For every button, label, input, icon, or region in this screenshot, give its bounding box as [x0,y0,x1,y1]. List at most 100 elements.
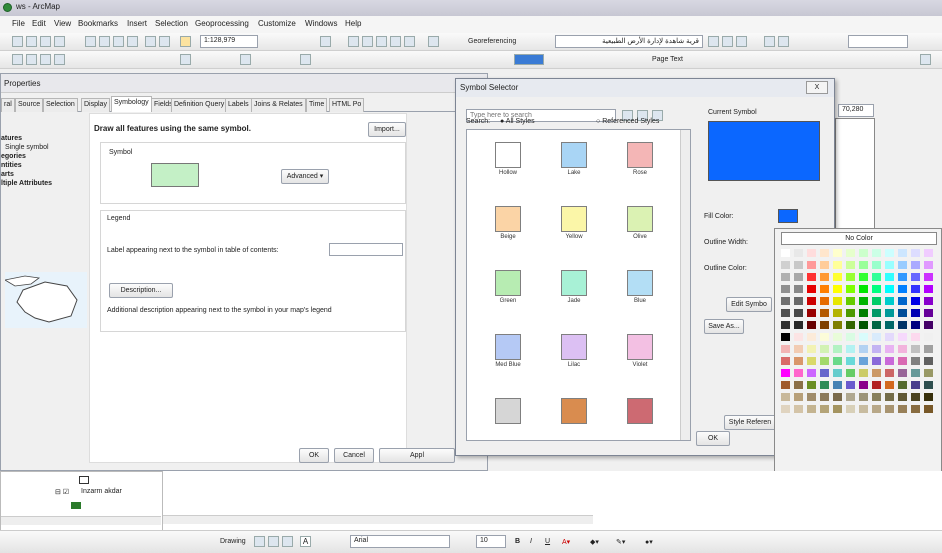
palette-color-swatch[interactable] [781,285,790,293]
palette-color-swatch[interactable] [898,357,907,365]
tab-joins-relates[interactable]: Joins & Relates [251,98,306,112]
python-icon[interactable] [404,36,415,47]
line-color-icon[interactable]: ✎▾ [616,538,625,546]
palette-color-swatch[interactable] [807,333,816,341]
map-scale-combo[interactable]: 1:128,979 [200,35,258,48]
palette-color-swatch[interactable] [794,393,803,401]
palette-color-swatch[interactable] [924,321,933,329]
palette-color-swatch[interactable] [911,285,920,293]
palette-color-swatch[interactable] [924,381,933,389]
palette-color-swatch[interactable] [924,273,933,281]
palette-color-swatch[interactable] [924,309,933,317]
palette-color-swatch[interactable] [859,345,868,353]
palette-color-swatch[interactable] [807,381,816,389]
symbol-swatch[interactable]: Med Blue [475,324,541,386]
palette-color-swatch[interactable] [898,393,907,401]
palette-color-swatch[interactable] [781,261,790,269]
map-horizontal-scrollbar[interactable] [163,515,593,524]
palette-color-swatch[interactable] [820,369,829,377]
palette-color-swatch[interactable] [820,333,829,341]
show-single-symbol[interactable]: Single symbol [1,143,89,152]
tab-display[interactable]: Display [81,98,110,112]
palette-color-swatch[interactable] [794,249,803,257]
palette-color-swatch[interactable] [781,321,790,329]
gallery-scrollbar[interactable] [680,130,690,440]
select-elements-icon[interactable] [254,536,265,547]
add-control-points-icon[interactable] [736,36,747,47]
palette-color-swatch[interactable] [872,369,881,377]
palette-color-swatch[interactable] [924,369,933,377]
show-quantities[interactable]: ntities [1,161,89,170]
palette-color-swatch[interactable] [846,333,855,341]
palette-color-swatch[interactable] [872,309,881,317]
palette-color-swatch[interactable] [898,381,907,389]
palette-color-swatch[interactable] [846,357,855,365]
palette-color-swatch[interactable] [846,285,855,293]
palette-color-swatch[interactable] [833,333,842,341]
symbol-swatch[interactable]: Violet [607,324,673,386]
palette-color-swatch[interactable] [833,321,842,329]
symbol-swatch[interactable]: Hollow [475,132,541,194]
drawing-menu[interactable]: Drawing [220,538,246,545]
view-link-table-icon[interactable] [764,36,775,47]
advanced-button[interactable]: Advanced ▾ [281,169,329,184]
palette-color-swatch[interactable] [924,405,933,413]
text-icon[interactable]: A [300,536,311,547]
palette-color-swatch[interactable] [885,357,894,365]
close-button[interactable]: X [806,81,828,94]
palette-color-swatch[interactable] [807,321,816,329]
palette-color-swatch[interactable] [911,309,920,317]
palette-color-swatch[interactable] [794,369,803,377]
palette-color-swatch[interactable] [885,273,894,281]
palette-color-swatch[interactable] [833,357,842,365]
save-as-button[interactable]: Save As... [704,319,744,334]
palette-color-swatch[interactable] [885,393,894,401]
palette-color-swatch[interactable] [794,297,803,305]
palette-color-swatch[interactable] [807,285,816,293]
paste-icon[interactable] [113,36,124,47]
palette-color-swatch[interactable] [872,381,881,389]
palette-color-swatch[interactable] [911,321,920,329]
page-text-label[interactable]: Page Text [652,56,683,63]
palette-color-swatch[interactable] [898,285,907,293]
toolbar-empty-combo[interactable] [848,35,908,48]
palette-color-swatch[interactable] [911,405,920,413]
font-color-icon[interactable]: A▾ [562,538,570,546]
palette-color-swatch[interactable] [859,249,868,257]
rectangle-icon[interactable] [282,536,293,547]
copy-icon[interactable] [99,36,110,47]
palette-color-swatch[interactable] [885,321,894,329]
add-data-icon[interactable] [180,36,191,47]
palette-color-swatch[interactable] [872,345,881,353]
menu-view[interactable]: View [54,19,71,28]
palette-color-swatch[interactable] [924,393,933,401]
palette-color-swatch[interactable] [807,297,816,305]
tab-source[interactable]: Source [15,98,44,112]
search-window-icon[interactable] [376,36,387,47]
referenced-styles-radio[interactable]: ○ Referenced Styles [596,118,659,125]
symbol-swatch[interactable]: Lake [541,132,607,194]
palette-color-swatch[interactable] [781,357,790,365]
palette-color-swatch[interactable] [924,357,933,365]
palette-color-swatch[interactable] [872,261,881,269]
palette-color-swatch[interactable] [872,321,881,329]
palette-color-swatch[interactable] [807,261,816,269]
palette-color-swatch[interactable] [898,261,907,269]
toc-horizontal-scrollbar[interactable] [1,516,161,525]
palette-color-swatch[interactable] [807,405,816,413]
symbol-swatch[interactable] [607,388,673,440]
palette-color-swatch[interactable] [794,285,803,293]
symbol-swatch[interactable]: Green [475,260,541,322]
palette-color-swatch[interactable] [833,285,842,293]
menu-geoprocessing[interactable]: Geoprocessing [195,19,249,28]
palette-color-swatch[interactable] [807,249,816,257]
palette-color-swatch[interactable] [781,369,790,377]
palette-color-swatch[interactable] [885,345,894,353]
symbol-swatch[interactable]: Beige [475,196,541,258]
rotate-icon[interactable] [708,36,719,47]
palette-color-swatch[interactable] [846,297,855,305]
palette-color-swatch[interactable] [794,357,803,365]
palette-color-swatch[interactable] [872,405,881,413]
palette-color-swatch[interactable] [846,393,855,401]
palette-color-swatch[interactable] [846,381,855,389]
